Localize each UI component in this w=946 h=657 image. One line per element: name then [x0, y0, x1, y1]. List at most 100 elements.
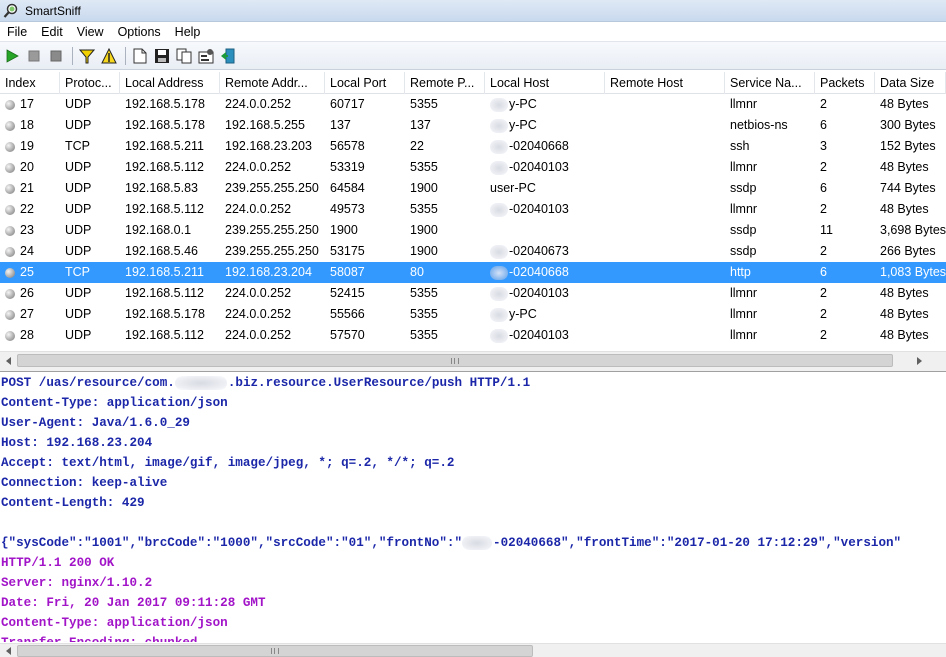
col-remote-address-cell: 239.255.255.250 [225, 181, 319, 195]
col-remote-address-cell: 224.0.0.252 [225, 97, 292, 111]
col-remote-port-header[interactable]: Remote P... [405, 72, 485, 94]
col-local-port-cell: 1900 [330, 223, 358, 237]
col-local-host-header[interactable]: Local Host [485, 72, 605, 94]
col-local-host-cell: -02040103 [485, 283, 605, 304]
menu-view[interactable]: View [70, 22, 111, 42]
col-local-host-cell: -02040103 [485, 157, 605, 178]
col-service-name-cell: llmnr [730, 97, 758, 111]
scrollbar-thumb[interactable] [17, 645, 533, 657]
redacted-blur [490, 97, 508, 112]
col-data-size-cell: 266 Bytes [880, 244, 936, 258]
col-local-address-header[interactable]: Local Address [120, 72, 220, 94]
col-packets-cell: 11 [820, 223, 833, 237]
col-remote-host-header[interactable]: Remote Host [605, 72, 725, 94]
table-row[interactable]: 19 TCP 192.168.5.211 192.168.23.203 56578 22 -… [0, 136, 946, 157]
col-local-host-cell: -02040103 [485, 325, 605, 346]
line-text: POST /uas/resource/com. [1, 376, 175, 390]
col-protocol-cell: UDP [65, 307, 92, 321]
content-horizontal-scrollbar[interactable] [0, 643, 946, 657]
table-row[interactable]: 22 UDP 192.168.5.112 224.0.0.252 49573 5355 -0… [0, 199, 946, 220]
col-local-address-cell: 192.168.5.178 [125, 97, 205, 111]
col-data-size-header[interactable]: Data Size [875, 72, 946, 94]
redacted-blur [462, 535, 493, 550]
table-row[interactable]: 21 UDP 192.168.5.83 239.255.255.250 64584 190… [0, 178, 946, 199]
copy-button[interactable] [174, 46, 194, 66]
menu-edit[interactable]: Edit [34, 22, 70, 42]
properties-button[interactable] [196, 46, 216, 66]
connection-status-icon [5, 330, 15, 341]
table-row[interactable]: 25 TCP 192.168.5.211 192.168.23.204 58087 80 -… [0, 262, 946, 283]
col-local-port-header[interactable]: Local Port [325, 72, 405, 94]
pane-splitter[interactable] [0, 368, 946, 372]
col-service-name-header[interactable]: Service Na... [725, 72, 815, 94]
table-row[interactable]: 23 UDP 192.168.0.1 239.255.255.250 1900 1900 s… [0, 220, 946, 241]
redacted-blur [490, 307, 508, 322]
play-icon [6, 48, 19, 63]
line-text: Connection: keep-alive [1, 476, 168, 490]
new-button[interactable] [130, 46, 150, 66]
table-row[interactable]: 17 UDP 192.168.5.178 224.0.0.252 60717 5355 y-… [0, 94, 946, 115]
col-remote-host-cell [605, 115, 725, 136]
col-data-size-cell: 744 Bytes [880, 181, 936, 195]
col-remote-port-cell: 80 [410, 265, 424, 279]
filter-button[interactable] [77, 46, 97, 66]
grip-icon [451, 357, 459, 364]
table-row[interactable]: 20 UDP 192.168.5.112 224.0.0.252 53319 5355 -0… [0, 157, 946, 178]
col-index-cell: 27 [0, 304, 60, 325]
local-host-text: -02040668 [509, 265, 569, 279]
col-local-port-cell: 137 [330, 118, 351, 132]
save-button[interactable] [152, 46, 172, 66]
col-remote-port-cell: 5355 [410, 328, 438, 342]
scroll-left-icon[interactable] [0, 352, 17, 369]
table-row[interactable]: 26 UDP 192.168.5.112 224.0.0.252 52415 5355 -0… [0, 283, 946, 304]
redacted-blur [490, 265, 508, 280]
menu-options[interactable]: Options [111, 22, 168, 42]
stop-capture-button[interactable] [24, 46, 44, 66]
col-local-host-cell: y-PC [485, 304, 605, 325]
col-remote-host-cell [605, 262, 725, 283]
pause-button[interactable] [46, 46, 66, 66]
col-local-port-cell: 52415 [330, 286, 365, 300]
connection-status-icon [5, 162, 15, 173]
connections-table: Index Protoc... Local Address Remote Addr..… [0, 72, 946, 350]
table-row[interactable]: 27 UDP 192.168.5.178 224.0.0.252 55566 5355 y-… [0, 304, 946, 325]
col-local-port-cell: 56578 [330, 139, 365, 153]
local-host-text: y-PC [509, 118, 537, 132]
col-local-host-cell: y-PC [485, 94, 605, 115]
table-horizontal-scrollbar[interactable] [0, 351, 946, 368]
col-protocol-header[interactable]: Protoc... [60, 72, 120, 94]
line-text: {"sysCode":"1001","brcCode":"1000","srcC… [1, 536, 463, 550]
col-data-size-cell: 48 Bytes [880, 286, 929, 300]
table-row[interactable]: 24 UDP 192.168.5.46 239.255.255.250 53175 190… [0, 241, 946, 262]
scrollbar-thumb[interactable] [17, 354, 893, 367]
table-row[interactable]: 18 UDP 192.168.5.178 192.168.5.255 137 137 y-P… [0, 115, 946, 136]
col-index-header[interactable]: Index [0, 72, 60, 94]
connection-status-icon [5, 183, 15, 194]
col-data-size-cell: 48 Bytes [880, 160, 929, 174]
response-line: Date: Fri, 20 Jan 2017 09:11:28 GMT [0, 593, 946, 613]
redacted-blur [490, 244, 508, 259]
exit-button[interactable] [218, 46, 238, 66]
col-packets-header[interactable]: Packets [815, 72, 875, 94]
col-remote-address-header[interactable]: Remote Addr... [220, 72, 325, 94]
col-local-port-cell: 55566 [330, 307, 365, 321]
col-data-size-cell: 300 Bytes [880, 118, 936, 132]
table-row[interactable]: 28 UDP 192.168.5.112 224.0.0.252 57570 5355 -0… [0, 325, 946, 346]
col-local-address-cell: 192.168.5.112 [125, 328, 205, 342]
stream-content-pane: POST /uas/resource/com. .biz.resource.Use… [0, 373, 946, 642]
local-host-text: y-PC [509, 97, 537, 111]
row-index: 26 [20, 286, 34, 300]
scroll-left-icon[interactable] [0, 644, 17, 657]
start-capture-button[interactable] [2, 46, 22, 66]
local-host-text: -02040673 [509, 244, 569, 258]
col-local-port-cell: 64584 [330, 181, 365, 195]
display-filter-button[interactable] [99, 46, 119, 66]
row-index: 17 [20, 97, 34, 111]
line-text: Content-Type: application/json [1, 616, 228, 630]
col-remote-address-cell: 224.0.0.252 [225, 307, 292, 321]
scroll-right-icon[interactable] [910, 352, 927, 369]
menu-file[interactable]: File [0, 22, 34, 42]
connection-status-icon [5, 246, 15, 257]
menu-help[interactable]: Help [168, 22, 208, 42]
col-remote-host-cell [605, 304, 725, 325]
